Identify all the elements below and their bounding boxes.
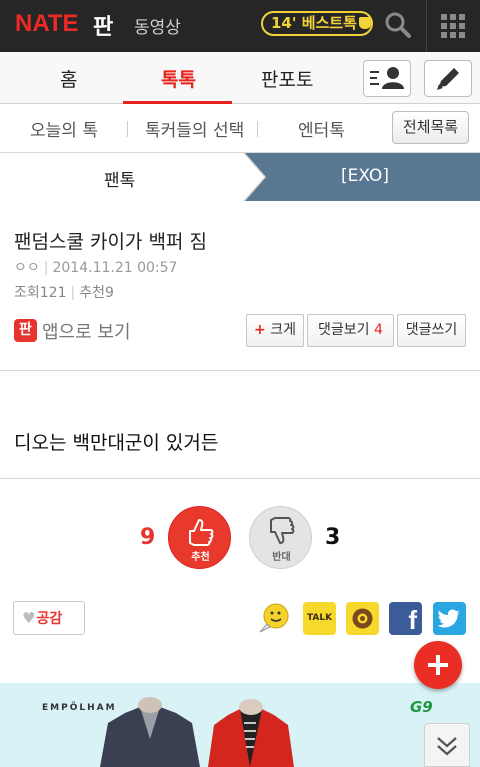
heart-icon: ♥: [22, 609, 36, 627]
post-date: 2014.11.21 00:57: [52, 260, 178, 276]
facebook-share-icon[interactable]: f: [389, 602, 422, 635]
main-tabs: 홈 톡톡 판포토: [0, 52, 480, 104]
empathy-button[interactable]: ♥공감: [13, 601, 85, 635]
write-comment-button[interactable]: 댓글쓰기: [397, 314, 466, 347]
divider: [257, 121, 258, 137]
sub-menu: 오늘의 톡 톡커들의 선택 엔터톡 전체목록: [0, 105, 480, 153]
kakaotalk-share-icon[interactable]: TALK: [303, 602, 336, 635]
oppose-vote-count: 3: [325, 525, 341, 550]
view-comments-button[interactable]: 댓글보기 4: [307, 314, 394, 347]
post-title: 팬덤스쿨 카이가 백퍼 짐: [14, 231, 207, 253]
thumbs-up-icon: [358, 17, 371, 29]
breadcrumb-subcategory[interactable]: [EXO]: [341, 166, 389, 186]
oppose-label: 반대: [272, 552, 291, 563]
recommend-label: 추천: [191, 552, 210, 563]
font-size-label: 크게: [270, 322, 296, 338]
active-tab-indicator: [123, 101, 232, 104]
divider: [0, 478, 480, 479]
view-comments-label: 댓글보기: [318, 322, 370, 338]
tab-photo[interactable]: 판포토: [261, 65, 313, 92]
submenu-enter-talk[interactable]: 엔터톡: [298, 116, 345, 141]
divider: [127, 121, 128, 137]
comment-count: 4: [374, 322, 383, 338]
add-fab-button[interactable]: [414, 641, 462, 689]
font-size-button[interactable]: + 크게: [246, 314, 304, 347]
view-count: 조회121: [14, 285, 67, 301]
search-icon[interactable]: [383, 10, 413, 40]
divider: [0, 370, 480, 371]
divider: [426, 0, 427, 52]
best-talk-label: 14' 베스트톡: [271, 14, 357, 32]
nate-logo[interactable]: NATE: [15, 10, 79, 38]
double-chevron-down-icon: [437, 737, 457, 756]
app-view-link[interactable]: 앱으로 보기: [42, 318, 131, 344]
recommend-count: 추천9: [79, 285, 114, 301]
video-link[interactable]: 동영상: [134, 13, 181, 38]
submenu-today-talk[interactable]: 오늘의 톡: [30, 116, 98, 141]
user-list-icon: [370, 67, 404, 89]
post-meta: ㅇㅇ | 2014.11.21 00:57: [14, 260, 178, 276]
all-list-button[interactable]: 전체목록: [392, 111, 469, 144]
recommend-vote-count: 9: [140, 525, 156, 550]
breadcrumb-category[interactable]: 팬톡: [104, 166, 135, 191]
scroll-down-button[interactable]: [424, 723, 470, 767]
tab-talk[interactable]: 톡톡: [161, 65, 196, 92]
recommend-button[interactable]: 추천: [168, 506, 231, 569]
facebook-label: f: [408, 605, 417, 635]
emoticon-share-icon[interactable]: [258, 602, 291, 635]
my-page-button[interactable]: [363, 60, 411, 97]
pan-app-icon[interactable]: 판: [14, 319, 37, 342]
post-author[interactable]: ㅇㅇ: [14, 260, 40, 276]
twitter-share-icon[interactable]: [433, 602, 466, 635]
breadcrumb: 팬톡 [EXO]: [0, 153, 480, 201]
empathy-label: 공감: [36, 611, 63, 627]
pan-link[interactable]: 판: [93, 9, 113, 41]
grid-menu-icon[interactable]: [440, 13, 466, 39]
pencil-icon: [437, 68, 459, 90]
submenu-talker-choice[interactable]: 톡커들의 선택: [145, 116, 244, 141]
post-body: 디오는 백만대군이 있거든: [14, 432, 219, 454]
oppose-button[interactable]: 반대: [249, 506, 312, 569]
top-bar: NATE 판 동영상 14' 베스트톡: [0, 0, 480, 52]
kakaostory-share-icon[interactable]: [346, 602, 379, 635]
ad-jacket-image: [100, 697, 294, 767]
kakaotalk-label: TALK: [306, 613, 333, 623]
plus-icon: +: [254, 322, 266, 338]
best-talk-badge[interactable]: 14' 베스트톡: [261, 11, 373, 36]
ad-banner[interactable]: EMPÖLHAM G9: [0, 683, 480, 767]
tab-home[interactable]: 홈: [60, 65, 77, 92]
write-button[interactable]: [424, 60, 472, 97]
plus-icon: [428, 655, 448, 675]
post-stats: 조회121 | 추천9: [14, 285, 114, 301]
